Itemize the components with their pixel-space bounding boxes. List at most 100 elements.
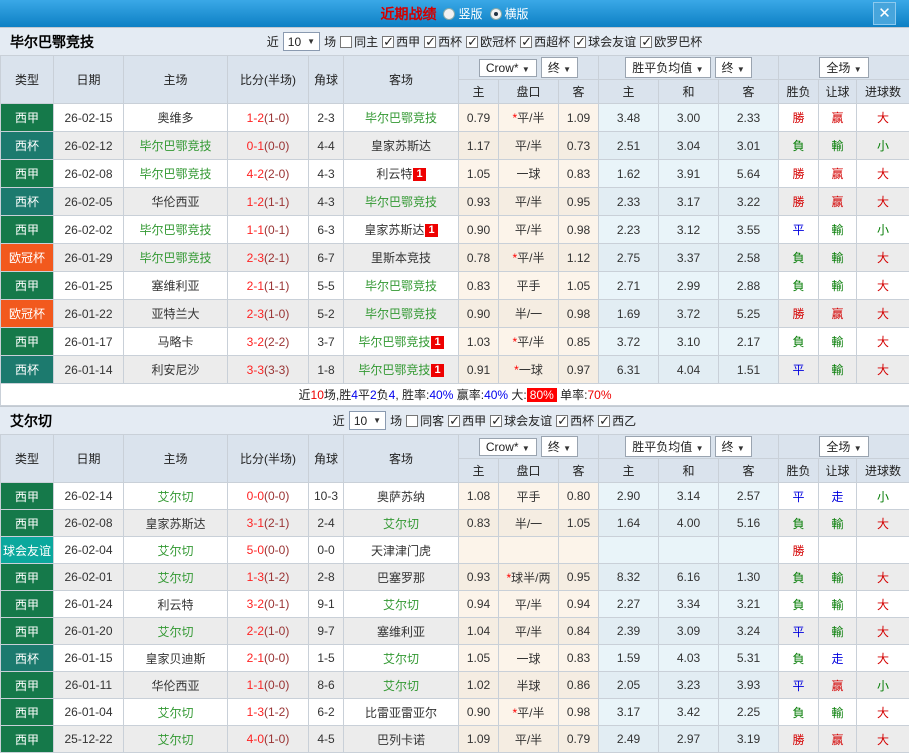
team-link[interactable]: 马略卡 — [157, 335, 193, 349]
close-icon[interactable]: ✕ — [873, 2, 896, 25]
team-link[interactable]: 毕尔巴鄂竞技 — [365, 195, 437, 209]
team-link[interactable]: 皇家贝迪斯 — [145, 652, 205, 666]
league-filter-checkbox[interactable]: 球会友谊 — [490, 412, 552, 429]
checkbox-label: 同客 — [420, 414, 445, 428]
checkbox-icon[interactable] — [466, 34, 479, 50]
team-link[interactable]: 利云特 — [157, 598, 193, 612]
team-link[interactable]: 利云特 — [376, 167, 412, 181]
team-link[interactable]: 比雷亚雷亚尔 — [365, 706, 437, 720]
team-link[interactable]: 艾尔切 — [157, 706, 193, 720]
checkbox-icon[interactable] — [406, 414, 419, 427]
team-link[interactable]: 艾尔切 — [157, 571, 193, 585]
mean-type-select[interactable]: 胜平负均值 ▼ — [625, 436, 711, 457]
league-filter-checkbox[interactable]: 欧罗巴杯 — [640, 33, 702, 50]
team-link[interactable]: 毕尔巴鄂竞技 — [358, 363, 430, 377]
match-row: 西甲 26-02-08 皇家苏斯达 3-1(2-1) 2-4 艾尔切 0.83 … — [0, 509, 909, 537]
match-count-select[interactable]: 10 ▼ — [282, 32, 321, 51]
team-link[interactable]: 塞维利亚 — [151, 279, 199, 293]
team-link[interactable]: 毕尔巴鄂竞技 — [365, 279, 437, 293]
team-link[interactable]: 艾尔切 — [383, 652, 419, 666]
team-link[interactable]: 毕尔巴鄂竞技 — [139, 139, 211, 153]
radio-icon[interactable] — [489, 7, 502, 20]
odds-source-select[interactable]: Crow* ▼ — [478, 59, 537, 77]
league-filter-checkbox[interactable]: 球会友谊 — [574, 33, 636, 50]
team-link[interactable]: 巴列卡诺 — [377, 733, 425, 747]
team-link[interactable]: 艾尔切 — [383, 517, 419, 531]
result-goals: 大 — [855, 698, 909, 726]
team-link[interactable]: 艾尔切 — [157, 490, 193, 504]
match-row: 西甲 26-01-04 艾尔切 1-3(1-2) 6-2 比雷亚雷亚尔 0.90… — [0, 698, 909, 726]
scope-select[interactable]: 全场 ▼ — [819, 436, 869, 457]
team-link[interactable]: 塞维利亚 — [377, 625, 425, 639]
checkbox-icon[interactable] — [340, 35, 353, 48]
team-link[interactable]: 奥萨苏纳 — [377, 490, 425, 504]
layout-radio-horizontal[interactable]: 横版 — [489, 5, 529, 22]
checkbox-icon[interactable] — [382, 34, 395, 50]
odds-time-select[interactable]: 终 ▼ — [540, 436, 579, 457]
mean-time-select[interactable]: 终 ▼ — [714, 57, 752, 78]
mean-time-select[interactable]: 终 ▼ — [714, 436, 752, 457]
league-filter-checkbox[interactable]: 西杯 — [424, 33, 462, 50]
team-link[interactable]: 天津津门虎 — [371, 544, 431, 558]
full-time-score: 1-3 — [246, 705, 264, 719]
away-team-cell: 艾尔切 — [343, 590, 459, 618]
team-link[interactable]: 皇家苏斯达 — [145, 517, 205, 531]
chevron-down-icon: ▼ — [563, 444, 572, 453]
team-link[interactable]: 毕尔巴鄂竞技 — [365, 307, 437, 321]
checkbox-icon[interactable] — [448, 413, 461, 429]
team-link[interactable]: 毕尔巴鄂竞技 — [365, 111, 437, 125]
team-link[interactable]: 里斯本竞技 — [371, 251, 431, 265]
team-link[interactable]: 毕尔巴鄂竞技 — [358, 335, 430, 349]
checkbox-icon[interactable] — [424, 34, 437, 50]
odds-handicap: *平/半 — [498, 243, 559, 272]
mean-away-odds: 3.55 — [718, 215, 779, 244]
result-handicap: 赢 — [818, 159, 857, 188]
league-filter-checkbox[interactable]: 西甲 — [448, 412, 486, 429]
checkbox-icon[interactable] — [490, 413, 503, 429]
checkbox-icon[interactable] — [640, 34, 653, 50]
league-filter-checkbox[interactable]: 西超杯 — [520, 33, 570, 50]
half-time-score: (1-0) — [264, 732, 290, 746]
mean-type-select[interactable]: 胜平负均值 ▼ — [625, 57, 711, 78]
team-link[interactable]: 艾尔切 — [383, 679, 419, 693]
summary-row: 近10场,胜4平2负4, 胜率:40% 赢率:40% 大: 80% 单率:70% — [0, 383, 909, 406]
odds-home: 0.90 — [458, 698, 499, 726]
odds-away: 0.98 — [558, 215, 599, 244]
same-venue-checkbox[interactable]: 同主 — [340, 33, 378, 50]
odds-source-select[interactable]: Crow* ▼ — [478, 438, 537, 456]
league-filter-checkbox[interactable]: 西杯 — [556, 412, 594, 429]
team-link[interactable]: 亚特兰大 — [151, 307, 199, 321]
result-handicap: 輸 — [818, 243, 857, 272]
team-link[interactable]: 皇家苏斯达 — [364, 223, 424, 237]
scope-select[interactable]: 全场 ▼ — [819, 57, 869, 78]
team-link[interactable]: 巴塞罗那 — [377, 571, 425, 585]
checkbox-icon[interactable] — [556, 413, 569, 429]
radio-icon[interactable] — [443, 7, 456, 20]
team-link[interactable]: 艾尔切 — [157, 733, 193, 747]
col-type: 类型 — [0, 434, 54, 483]
layout-radio-vertical[interactable]: 竖版 — [443, 5, 483, 22]
odds-home: 1.04 — [458, 617, 499, 645]
league-filter-checkbox[interactable]: 西乙 — [598, 412, 636, 429]
checkbox-icon[interactable] — [520, 34, 533, 50]
match-count-select[interactable]: 10 ▼ — [348, 411, 387, 430]
team-link[interactable]: 艾尔切 — [157, 544, 193, 558]
same-venue-checkbox[interactable]: 同客 — [406, 412, 444, 429]
team-link[interactable]: 华伦西亚 — [151, 679, 199, 693]
checkbox-icon[interactable] — [574, 34, 587, 50]
league-filter-checkbox[interactable]: 西甲 — [382, 33, 420, 50]
team-link[interactable]: 毕尔巴鄂竞技 — [139, 223, 211, 237]
team-link[interactable]: 毕尔巴鄂竞技 — [139, 167, 211, 181]
team-link[interactable]: 利安尼沙 — [151, 363, 199, 377]
odds-time-select[interactable]: 终 ▼ — [540, 57, 579, 78]
team-link[interactable]: 艾尔切 — [383, 598, 419, 612]
team-link[interactable]: 奥维多 — [157, 111, 193, 125]
mean-draw-odds: 3.42 — [658, 698, 719, 726]
sub-col-header: 和 — [658, 458, 719, 483]
league-filter-checkbox[interactable]: 欧冠杯 — [466, 33, 516, 50]
team-link[interactable]: 艾尔切 — [157, 625, 193, 639]
team-link[interactable]: 华伦西亚 — [151, 195, 199, 209]
checkbox-icon[interactable] — [598, 413, 611, 429]
team-link[interactable]: 毕尔巴鄂竞技 — [139, 251, 211, 265]
team-link[interactable]: 皇家苏斯达 — [371, 139, 431, 153]
